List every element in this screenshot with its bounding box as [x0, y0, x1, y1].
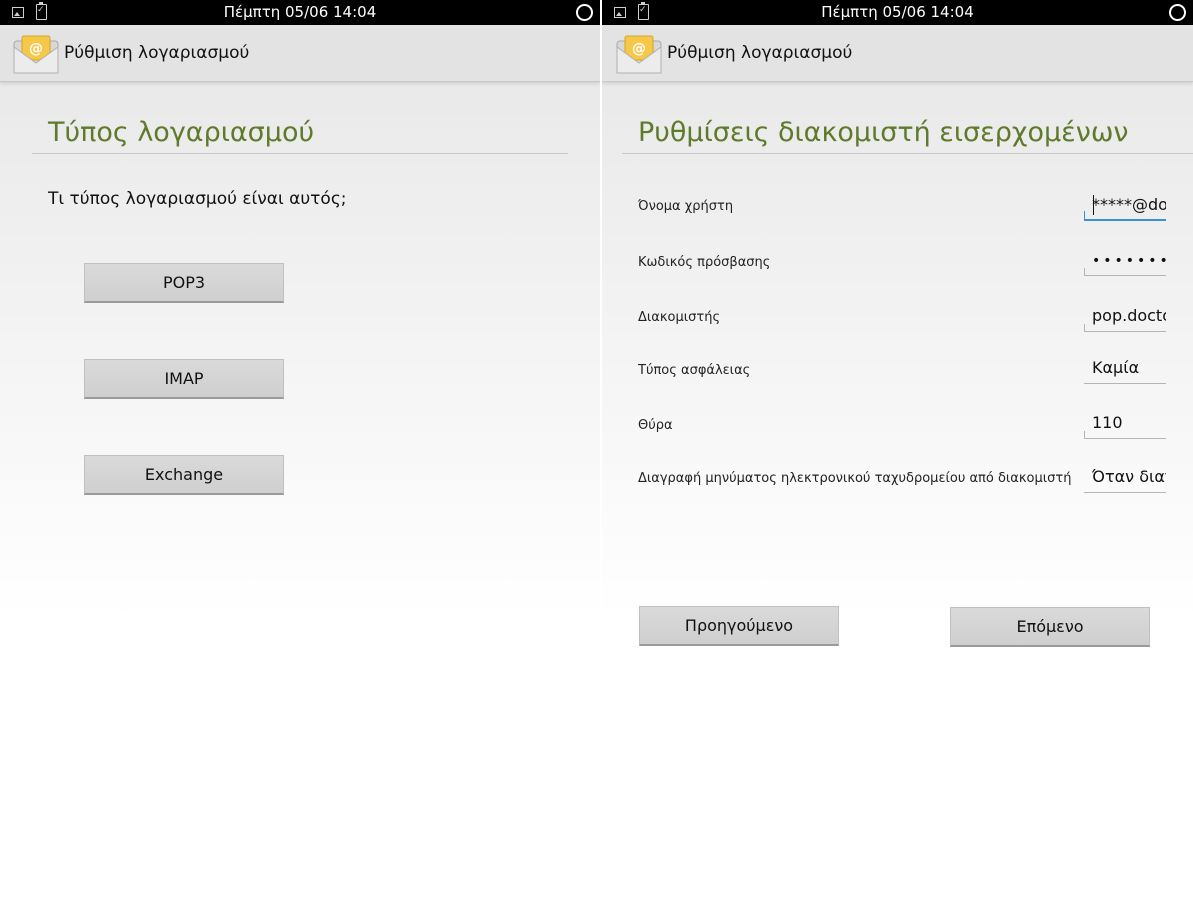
- app-title: Ρύθμιση λογαριασμού: [64, 43, 250, 63]
- delete-from-server-value: Όταν διαγρ: [1092, 467, 1166, 486]
- security-type-value: Καμία: [1092, 358, 1140, 377]
- server-value: pop.docto: [1092, 306, 1166, 325]
- username-input[interactable]: *****@doc: [1084, 193, 1166, 221]
- page-title: Ρυθμίσεις διακομιστή εισερχομένων: [638, 117, 1129, 148]
- previous-button[interactable]: Προηγούμενο: [639, 606, 839, 646]
- heading-divider: [622, 153, 1193, 154]
- delete-from-server-label: Διαγραφή μηνύματος ηλεκτρονικού ταχυδρομ…: [638, 471, 1072, 486]
- security-type-label: Τύπος ασφάλειας: [638, 363, 751, 378]
- username-value: *****@doc: [1092, 195, 1166, 214]
- email-app-icon: @: [616, 35, 662, 74]
- email-app-icon: @: [13, 35, 59, 74]
- username-label: Όνομα χρήστη: [638, 199, 734, 214]
- imap-button[interactable]: IMAP: [84, 359, 284, 399]
- action-bar: @ Ρύθμιση λογαριασμού: [602, 25, 1193, 82]
- status-time: Πέμπτη 05/06 14:04: [821, 3, 974, 21]
- status-bar: Πέμπτη 05/06 14:04: [0, 0, 600, 25]
- port-value: 110: [1092, 413, 1123, 432]
- heading-divider: [32, 153, 568, 154]
- account-type-question: Τι τύπος λογαριασμού είναι αυτός;: [48, 189, 347, 209]
- password-value: ••••••••: [1092, 253, 1166, 269]
- account-type-screen: Πέμπτη 05/06 14:04 @ Ρύθμιση λογαριασμού…: [0, 0, 600, 910]
- page-title: Τύπος λογαριασμού: [48, 117, 315, 148]
- ring-status-icon: [576, 4, 593, 21]
- svg-text:@: @: [632, 41, 646, 57]
- server-label: Διακομιστής: [638, 310, 721, 325]
- incoming-server-settings-screen: Πέμπτη 05/06 14:04 @ Ρύθμιση λογαριασμού…: [602, 0, 1193, 910]
- action-bar: @ Ρύθμιση λογαριασμού: [0, 25, 600, 82]
- next-button[interactable]: Επόμενο: [950, 607, 1150, 647]
- status-bar: Πέμπτη 05/06 14:04: [602, 0, 1193, 25]
- status-time: Πέμπτη 05/06 14:04: [223, 3, 377, 21]
- security-type-select[interactable]: Καμία: [1084, 356, 1166, 384]
- svg-text:@: @: [29, 41, 43, 57]
- delete-from-server-select[interactable]: Όταν διαγρ: [1084, 465, 1166, 493]
- port-label: Θύρα: [638, 418, 673, 433]
- ring-status-icon: [1169, 4, 1186, 21]
- exchange-button[interactable]: Exchange: [84, 455, 284, 495]
- server-input[interactable]: pop.docto: [1084, 304, 1166, 332]
- text-cursor: [1093, 195, 1094, 215]
- port-input[interactable]: 110: [1084, 411, 1166, 439]
- password-label: Κωδικός πρόσβασης: [638, 255, 771, 270]
- pop3-button[interactable]: POP3: [84, 263, 284, 303]
- password-input[interactable]: ••••••••: [1084, 248, 1166, 276]
- app-title: Ρύθμιση λογαριασμού: [667, 43, 853, 63]
